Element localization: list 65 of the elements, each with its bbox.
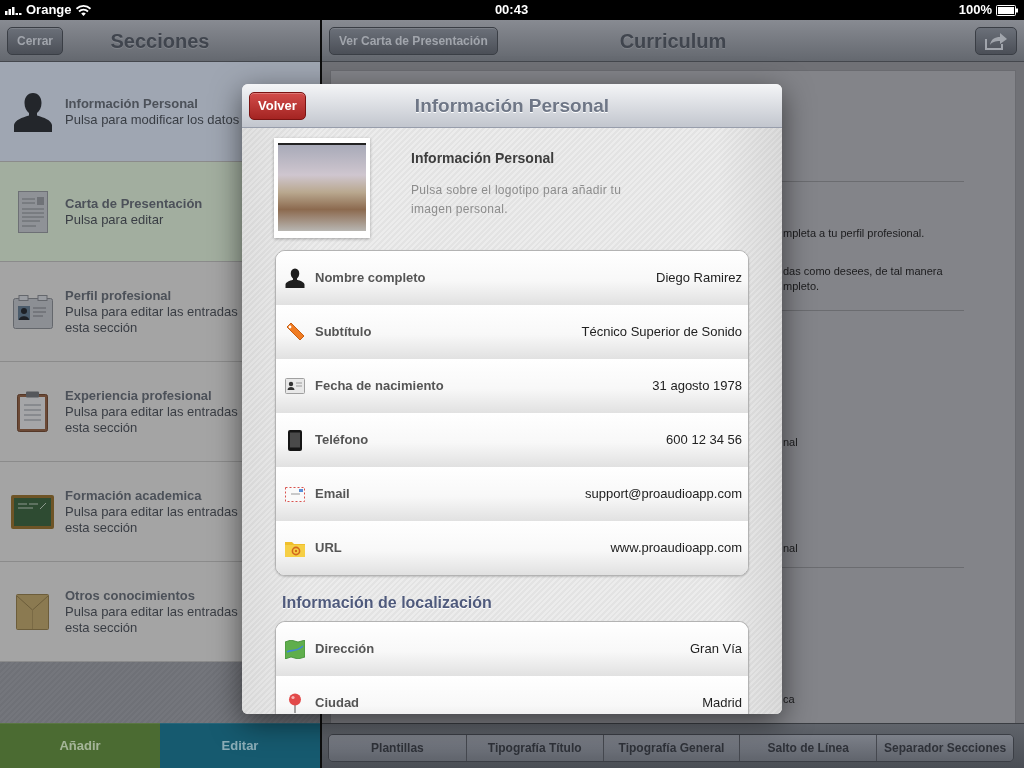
clock-label: 00:43: [494, 2, 529, 18]
segment-button[interactable]: Plantillas: [329, 735, 466, 761]
cover-letter-button[interactable]: Ver Carta de Presentación: [329, 26, 498, 55]
section-title: Formación academica: [65, 487, 202, 504]
document-text: mpleta a tu perfil profesional.: [783, 226, 925, 240]
field-value: 31 agosto 1978: [652, 378, 742, 394]
section-subtitle: Pulsa para editar las entradas esta sección: [65, 403, 238, 436]
section-subtitle: Pulsa para editar: [65, 211, 164, 228]
person-icon: [285, 268, 305, 288]
panel-title: Secciones: [110, 28, 210, 53]
phone-icon: [288, 429, 302, 451]
signal-icon: [5, 5, 22, 15]
close-button[interactable]: Cerrar: [7, 26, 64, 55]
person-icon: [12, 91, 53, 132]
field-value: support@proaudioapp.com: [585, 486, 742, 502]
document-text: nal: [783, 541, 798, 555]
photo-frame[interactable]: [274, 138, 370, 238]
document-icon: [17, 190, 48, 233]
add-button[interactable]: Añadir: [0, 723, 160, 768]
profile-description: Pulsa sobre el logotipo para añadir tu imagen personal.: [411, 182, 623, 218]
section-title: Carta de Presentación: [65, 195, 203, 212]
envelope-icon: [16, 593, 49, 630]
field-value: Gran Vía: [689, 641, 742, 657]
field-value: www.proaudioapp.com: [610, 540, 742, 556]
id-card-icon: [285, 378, 305, 394]
segment-button[interactable]: Tipografía Título: [465, 735, 603, 761]
section-title: Experiencia profesional: [65, 387, 212, 404]
carrier-label: Orange: [26, 2, 72, 18]
envelope-icon: [285, 486, 305, 502]
battery-icon: [996, 4, 1018, 16]
field-value: Diego Ramirez: [656, 270, 742, 286]
map-icon: [285, 639, 305, 659]
share-icon: [984, 31, 1008, 50]
chalkboard-icon: [11, 494, 54, 529]
document-text: das como desees, de tal manera: [783, 264, 943, 278]
tag-icon: [285, 322, 305, 342]
section-title: Otros conocimientos: [65, 587, 196, 604]
field-value: 600 12 34 56: [666, 432, 742, 448]
section-subtitle: Pulsa para modificar los datos: [65, 111, 240, 128]
field-value: Madrid: [702, 695, 742, 711]
section-subtitle: Pulsa para editar las entradas esta sección: [65, 603, 238, 636]
document-text: mpleto.: [783, 279, 820, 293]
section-subtitle: Pulsa para editar las entradas esta sección: [65, 503, 238, 536]
segment-button[interactable]: Separador Secciones: [876, 735, 1013, 761]
clipboard-icon: [17, 391, 48, 432]
document-text: nal: [783, 435, 798, 449]
segment-button[interactable]: Tipografía General: [602, 735, 740, 761]
pin-icon: [288, 693, 302, 713]
share-button[interactable]: [975, 26, 1017, 55]
segment-button[interactable]: Salto de Línea: [739, 735, 877, 761]
section-title: Perfil profesional: [65, 287, 172, 304]
edit-button[interactable]: Editar: [160, 723, 320, 768]
folder-icon: [285, 539, 305, 557]
section-title: Información Personal: [65, 95, 198, 112]
battery-label: 100%: [958, 2, 992, 18]
id-badge-icon: [12, 294, 53, 329]
panel-title: Curriculum: [619, 28, 727, 53]
field-label: Ciudad: [315, 695, 360, 711]
section-subtitle: Pulsa para editar las entradas esta sección: [65, 303, 238, 336]
field-value: Técnico Superior de Sonido: [581, 324, 742, 340]
wifi-icon: [75, 4, 91, 16]
back-button[interactable]: Volver: [249, 91, 306, 120]
profile-heading: Información Personal: [411, 150, 555, 166]
document-text: ca: [783, 692, 795, 706]
dialog-title: Información Personal: [414, 93, 610, 118]
